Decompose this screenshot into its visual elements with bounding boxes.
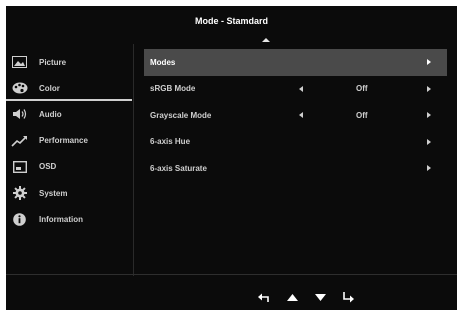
setting-value: Off	[356, 84, 368, 94]
sidebar-item-label: Information	[39, 214, 83, 224]
setting-row-6-axis-hue[interactable]: 6-axis Hue	[144, 129, 447, 156]
settings-list: Modes sRGB Mode Off Grayscale Mode Off 6…	[144, 49, 447, 182]
setting-row-grayscale-mode[interactable]: Grayscale Mode Off	[144, 102, 447, 129]
sidebar-item-audio[interactable]: Audio	[6, 101, 132, 127]
setting-label: sRGB Mode	[150, 84, 196, 94]
sidebar-item-system[interactable]: System	[6, 180, 132, 206]
setting-label: Grayscale Mode	[150, 110, 212, 120]
chevron-right-icon[interactable]	[427, 138, 431, 145]
setting-label: 6-axis Saturate	[150, 163, 207, 173]
panel-divider	[133, 44, 134, 276]
setting-row-srgb-mode[interactable]: sRGB Mode Off	[144, 76, 447, 103]
setting-label: Modes	[150, 57, 176, 67]
sidebar-item-label: OSD	[39, 162, 57, 172]
chevron-right-icon[interactable]	[427, 165, 431, 172]
chevron-left-icon[interactable]	[299, 112, 303, 119]
back-icon[interactable]	[250, 289, 278, 305]
sidebar: Picture Color Audio Performance OSD Syst…	[6, 49, 132, 232]
chevron-right-icon[interactable]	[427, 112, 431, 119]
enter-icon[interactable]	[334, 289, 362, 305]
picture-icon	[11, 55, 28, 69]
chevron-left-icon[interactable]	[299, 85, 303, 92]
setting-row-modes[interactable]: Modes	[144, 49, 447, 76]
sidebar-item-label: Color	[39, 83, 60, 93]
sidebar-item-label: Audio	[39, 109, 62, 119]
speaker-icon	[11, 107, 28, 121]
bottom-nav	[250, 289, 362, 305]
up-arrow-icon[interactable]	[278, 289, 306, 305]
sidebar-item-information[interactable]: Information	[6, 206, 132, 232]
sidebar-item-osd[interactable]: OSD	[6, 154, 132, 180]
sidebar-item-label: Performance	[39, 136, 88, 146]
menu-title: Mode - Stamdard	[194, 16, 268, 26]
trend-chart-icon	[11, 134, 28, 148]
sidebar-item-label: System	[39, 188, 68, 198]
monitor-icon	[11, 160, 28, 174]
sidebar-item-picture[interactable]: Picture	[6, 49, 132, 75]
setting-label: 6-axis Hue	[150, 137, 191, 147]
sidebar-item-color[interactable]: Color	[6, 75, 132, 102]
chevron-right-icon[interactable]	[427, 85, 431, 92]
setting-row-6-axis-saturate[interactable]: 6-axis Saturate	[144, 155, 447, 182]
footer-divider	[6, 274, 457, 275]
sidebar-item-label: Picture	[39, 57, 67, 67]
gear-icon	[11, 186, 28, 201]
down-arrow-icon[interactable]	[306, 289, 334, 305]
chevron-right-icon[interactable]	[427, 59, 431, 66]
palette-icon	[11, 81, 28, 95]
osd-menu: Mode - Stamdard Picture Color Audio Perf…	[6, 6, 457, 310]
scroll-up-indicator-icon	[262, 38, 270, 42]
setting-value: Off	[356, 110, 368, 120]
info-icon	[11, 212, 28, 226]
sidebar-item-performance[interactable]: Performance	[6, 128, 132, 154]
